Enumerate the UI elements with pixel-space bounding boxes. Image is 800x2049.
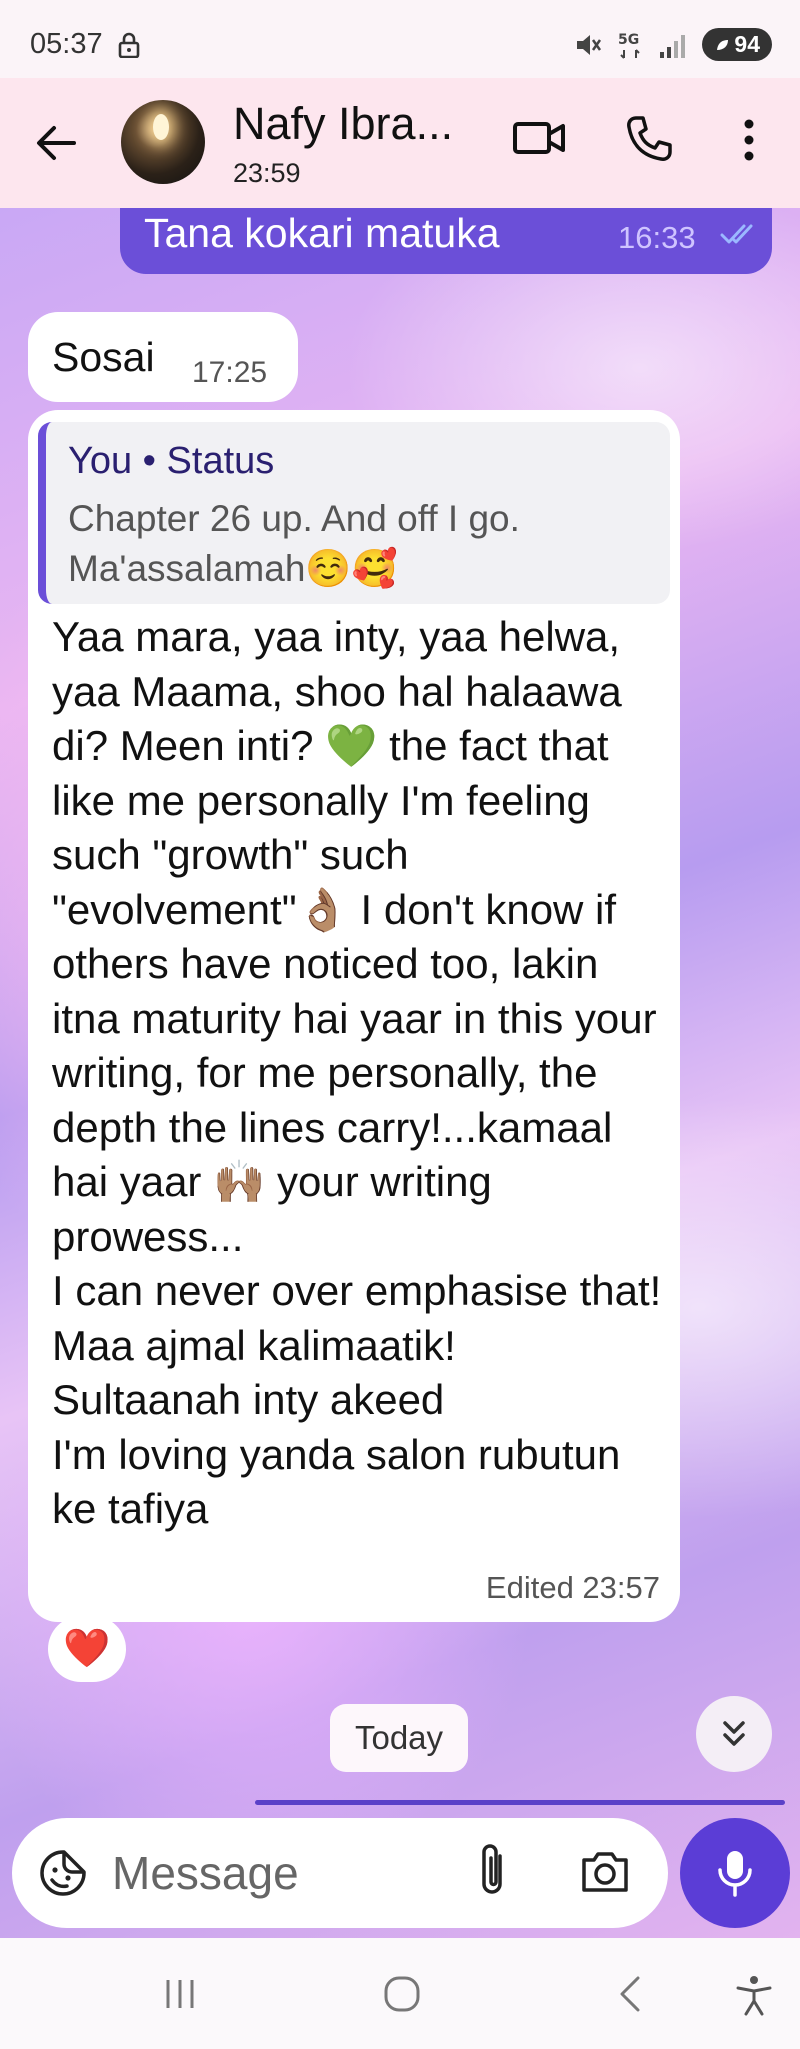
- incoming-message[interactable]: Sosai 17:25: [28, 312, 298, 402]
- lock-icon: [118, 32, 140, 58]
- last-seen: 23:59: [233, 158, 301, 188]
- chat-header: Nafy Ibra... 23:59: [0, 78, 800, 208]
- sticker-icon[interactable]: [38, 1848, 88, 1898]
- chat-area[interactable]: Tana kokari matuka 16:33 Sosai 17:25 You…: [0, 208, 800, 1938]
- mute-icon: [577, 34, 602, 55]
- heart-reaction[interactable]: ❤️: [48, 1616, 126, 1682]
- contact-name[interactable]: Nafy Ibra...: [233, 98, 453, 150]
- read-ticks-icon: [720, 224, 753, 244]
- scroll-to-bottom-button[interactable]: [696, 1696, 772, 1772]
- 5g-icon: 5G: [618, 32, 641, 59]
- divider: [255, 1800, 785, 1805]
- quote-title: You • Status: [68, 440, 275, 482]
- recents-icon[interactable]: [160, 1974, 200, 2014]
- battery-level: 94: [734, 31, 760, 57]
- edited-time: Edited 23:57: [485, 1570, 660, 1605]
- message-time: 16:33: [618, 220, 696, 255]
- avatar[interactable]: [121, 100, 205, 184]
- attach-icon[interactable]: [474, 1842, 510, 1900]
- microphone-icon: [718, 1851, 752, 1897]
- system-nav-bar: [0, 1938, 800, 2049]
- quote-text: Chapter 26 up. And off I go. Ma'assalama…: [68, 498, 520, 589]
- battery-icon: 94: [702, 28, 772, 61]
- double-chevron-down-icon: [723, 1721, 745, 1746]
- message-text: Yaa mara, yaa inty, yaa helwa, yaa Maama…: [52, 613, 662, 1532]
- date-chip: Today: [330, 1704, 468, 1772]
- message-time: 17:25: [192, 356, 268, 389]
- message-composer[interactable]: Message: [12, 1818, 668, 1928]
- home-icon[interactable]: [382, 1974, 422, 2014]
- accessibility-icon[interactable]: [734, 1974, 774, 2016]
- incoming-reply-message[interactable]: You • Status Chapter 26 up. And off I go…: [28, 410, 680, 1622]
- outgoing-message[interactable]: Tana kokari matuka 16:33: [120, 208, 772, 274]
- back-icon[interactable]: [610, 1974, 650, 2014]
- video-call-icon[interactable]: [512, 114, 566, 162]
- quoted-status[interactable]: You • Status Chapter 26 up. And off I go…: [38, 422, 670, 604]
- back-arrow-icon[interactable]: [30, 116, 84, 170]
- message-text: Sosai: [52, 334, 155, 380]
- message-text: Tana kokari matuka: [144, 210, 500, 256]
- svg-text:5G: 5G: [618, 32, 639, 48]
- camera-icon[interactable]: [580, 1848, 630, 1894]
- signal-icon: [660, 34, 686, 58]
- voice-call-icon[interactable]: [624, 114, 674, 164]
- status-bar: 05:37 5G 94: [0, 0, 800, 78]
- status-time: 05:37: [30, 28, 103, 60]
- voice-record-button[interactable]: [680, 1818, 790, 1928]
- message-input[interactable]: Message: [112, 1846, 299, 1900]
- more-vert-icon[interactable]: [736, 114, 762, 166]
